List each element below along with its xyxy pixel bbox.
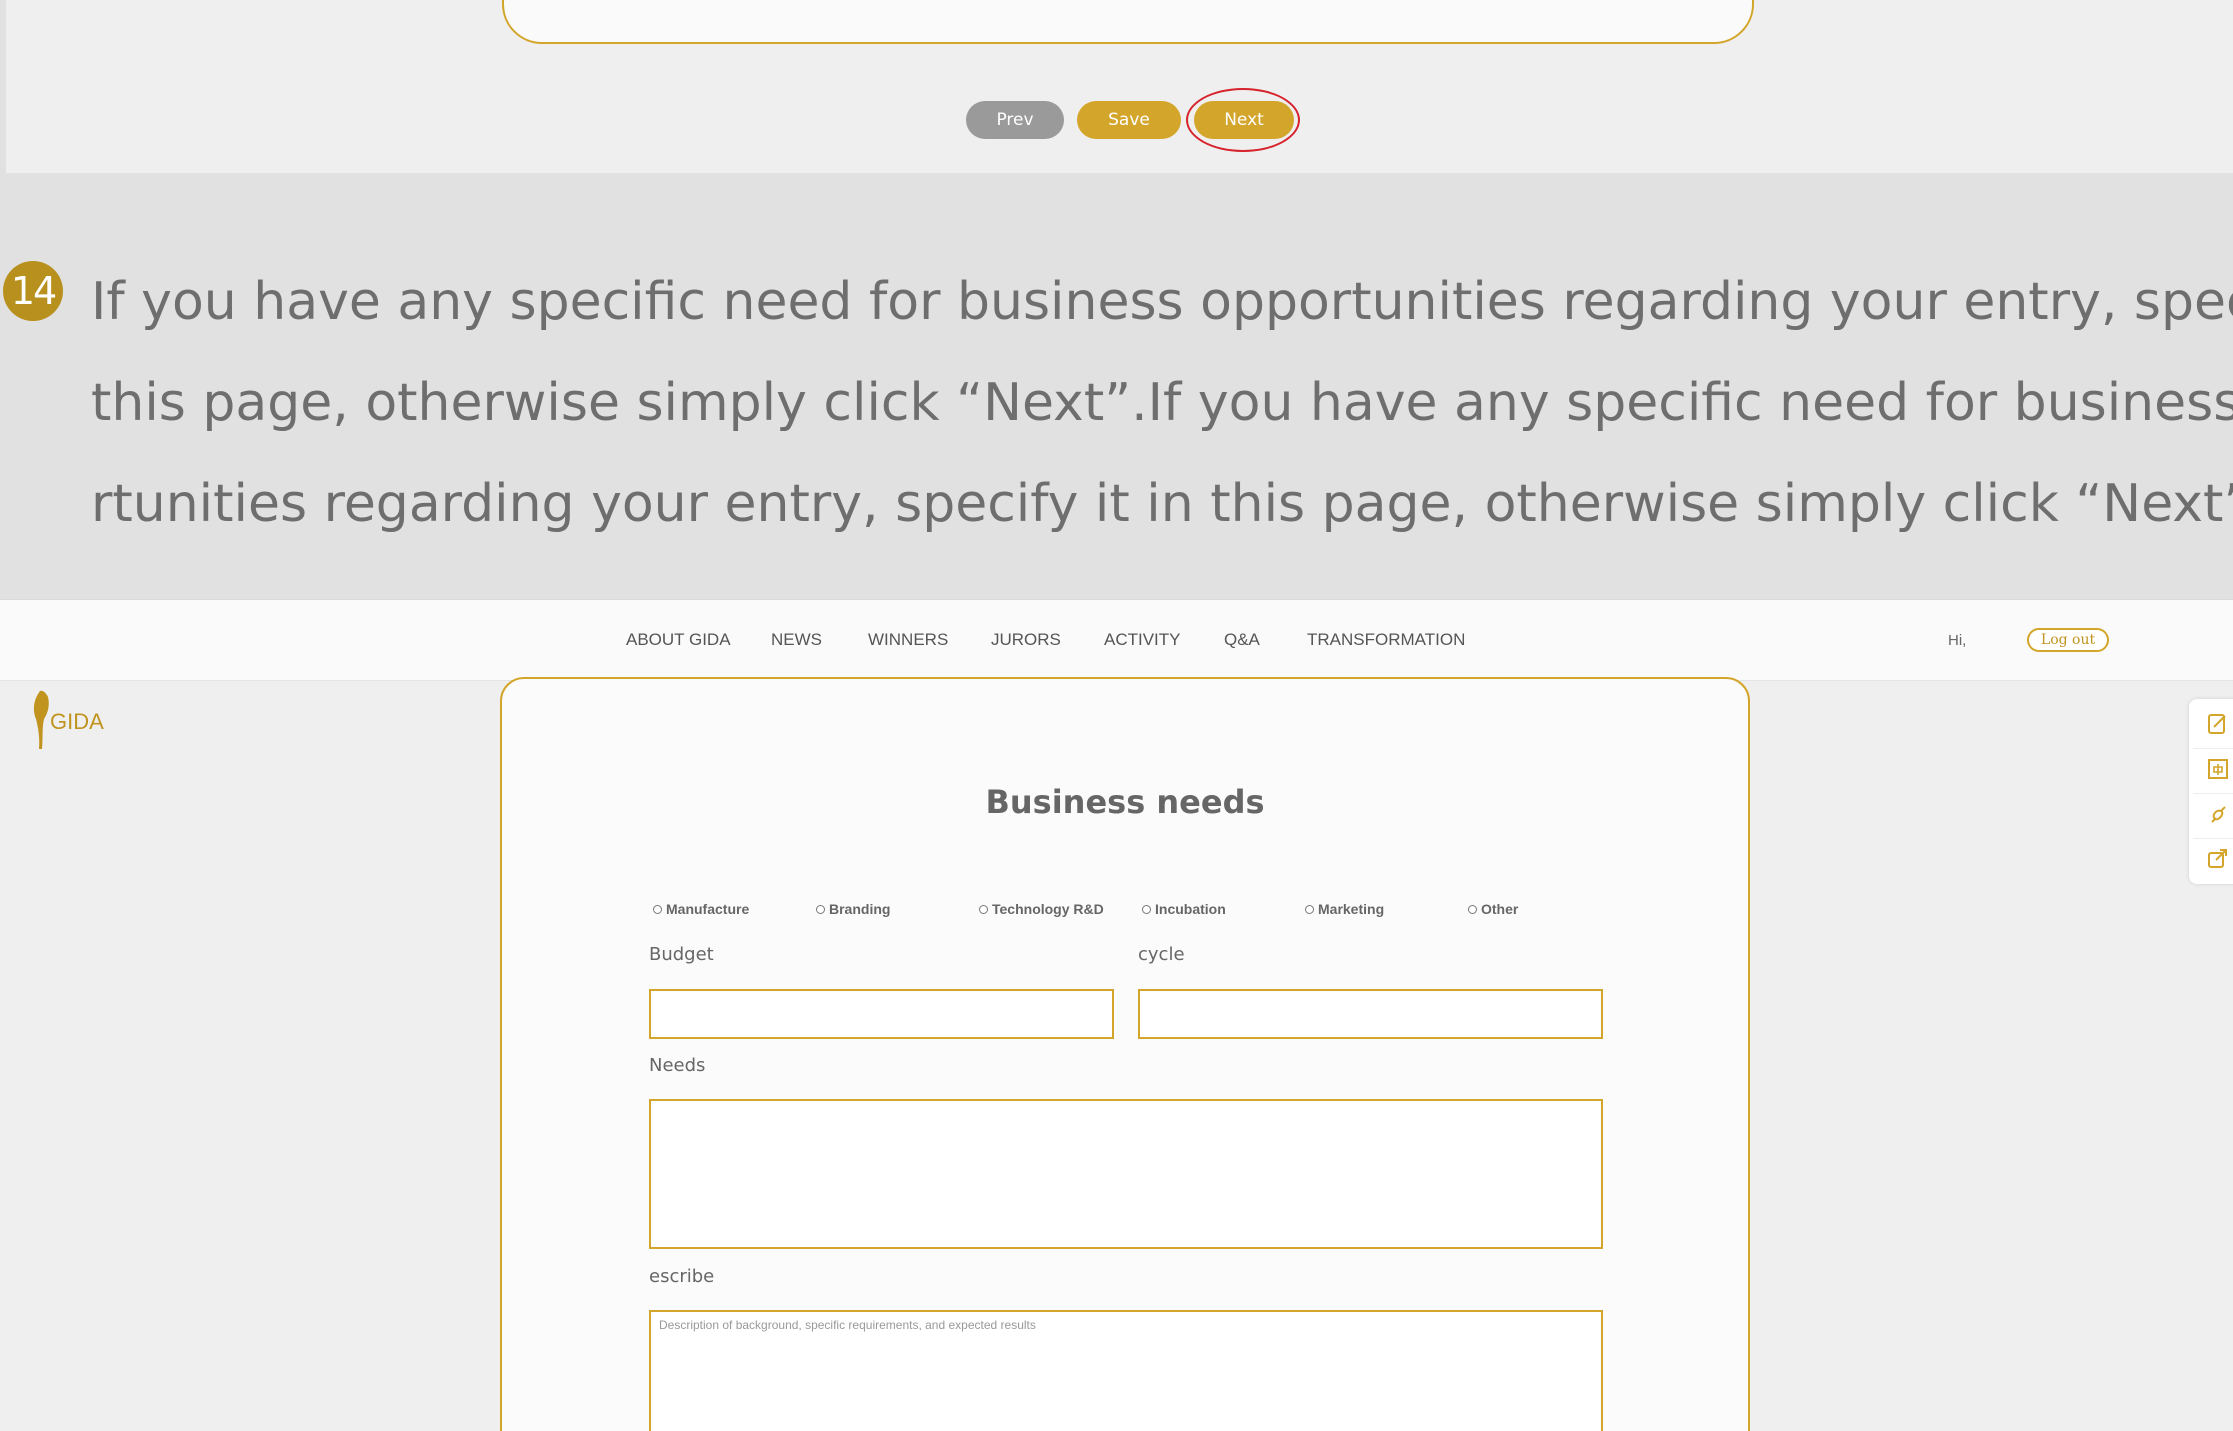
nav-about-gida[interactable]: ABOUT GIDA	[626, 630, 731, 650]
option-label: Branding	[829, 901, 891, 917]
option-label: Manufacture	[666, 901, 750, 917]
nav-qa[interactable]: Q&A	[1224, 630, 1260, 650]
edit-icon[interactable]	[2205, 711, 2231, 737]
budget-input[interactable]	[649, 989, 1114, 1039]
bottom-screenshot: ABOUT GIDA NEWS WINNERS JURORS ACTIVITY …	[0, 599, 2233, 1431]
save-button[interactable]: Save	[1077, 101, 1181, 139]
nav-winners[interactable]: WINNERS	[868, 630, 948, 650]
option-other[interactable]: Other	[1468, 901, 1518, 917]
radio-icon	[1468, 904, 1477, 914]
next-button[interactable]: Next	[1194, 101, 1294, 139]
option-technology-rd[interactable]: Technology R&D	[979, 901, 1104, 917]
instruction-line-3: rtunities regarding your entry, specify …	[91, 474, 2233, 534]
prev-button[interactable]: Prev	[966, 101, 1064, 139]
describe-textarea[interactable]: Description of background, specific requ…	[649, 1310, 1603, 1431]
option-incubation[interactable]: Incubation	[1142, 901, 1226, 917]
chinese-language-icon[interactable]	[2205, 756, 2231, 782]
nav-news[interactable]: NEWS	[771, 630, 822, 650]
option-marketing[interactable]: Marketing	[1305, 901, 1384, 917]
option-label: Marketing	[1318, 901, 1385, 917]
radio-icon	[1142, 904, 1151, 914]
describe-label: escribe	[649, 1266, 715, 1287]
side-toolbar	[2189, 699, 2233, 884]
radio-icon	[979, 904, 988, 914]
instruction-line-1: If you have any specific need for busine…	[91, 272, 2233, 332]
option-label: Technology R&D	[992, 901, 1104, 917]
option-label: Other	[1481, 901, 1519, 917]
phone-icon[interactable]	[2205, 801, 2231, 827]
needs-textarea[interactable]	[649, 1099, 1603, 1249]
form-title: Business needs	[985, 783, 1265, 821]
previous-form-card-bottom	[502, 0, 1754, 44]
option-branding[interactable]: Branding	[816, 901, 890, 917]
top-screenshot: Prev Save Next	[6, 0, 2233, 173]
share-icon[interactable]	[2205, 846, 2231, 872]
logo-text: GIDA	[50, 709, 104, 734]
nav-activity[interactable]: ACTIVITY	[1104, 630, 1181, 650]
greeting: Hi,	[1948, 632, 1967, 649]
cycle-input[interactable]	[1138, 989, 1603, 1039]
option-manufacture[interactable]: Manufacture	[653, 901, 749, 917]
needs-label: Needs	[649, 1055, 706, 1076]
top-navbar: ABOUT GIDA NEWS WINNERS JURORS ACTIVITY …	[0, 599, 2233, 681]
radio-icon	[653, 904, 662, 914]
nav-jurors[interactable]: JURORS	[991, 630, 1061, 650]
instruction-line-2: this page, otherwise simply click “Next”…	[91, 373, 2233, 433]
business-needs-form: Business needs Manufacture Branding Tech…	[500, 677, 1750, 1431]
option-label: Incubation	[1155, 901, 1226, 917]
budget-label: Budget	[649, 944, 714, 965]
step-number-badge: 14	[3, 261, 63, 321]
nav-transformation[interactable]: TRANSFORMATION	[1307, 630, 1465, 650]
cycle-label: cycle	[1138, 944, 1185, 965]
radio-icon	[816, 904, 825, 914]
radio-icon	[1305, 904, 1314, 914]
instruction-text: If you have any specific need for busine…	[91, 252, 2233, 555]
logout-button[interactable]: Log out	[2027, 628, 2109, 652]
